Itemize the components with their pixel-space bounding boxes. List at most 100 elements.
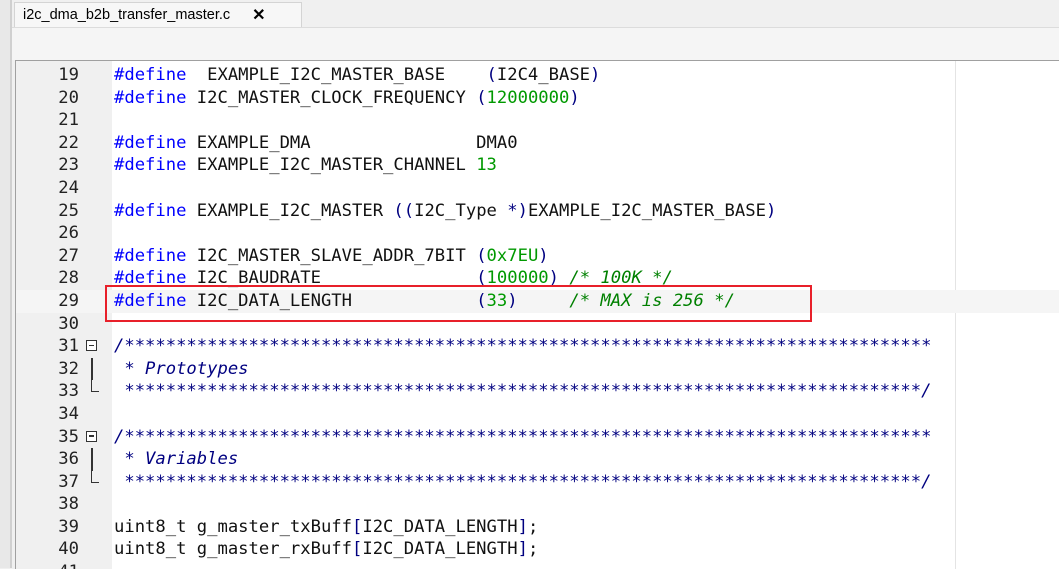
code-token: ****************************************… [114,471,932,492]
tab-bar: i2c_dma_b2b_transfer_master.c ✕ [12,0,1059,28]
code-line[interactable]: 24 [16,177,1059,200]
line-number: 32 [58,358,79,379]
code-line[interactable]: 31 /*************************************… [16,335,1059,358]
line-number: 26 [58,223,79,244]
code-text: uint8_t g_master_rxBuff[I2C_DATA_LENGTH]… [114,538,538,561]
fold-guide [91,357,93,381]
line-number: 25 [58,200,79,221]
code-line[interactable]: 33 *************************************… [16,380,1059,403]
code-token: * Variables [114,449,239,470]
code-token: /***************************************… [114,336,932,357]
code-text: #define I2C_MASTER_CLOCK_FREQUENCY (1200… [114,87,580,110]
code-line[interactable]: 26 [16,222,1059,245]
code-text: * Prototypes [114,358,249,381]
code-line[interactable]: 27 #define I2C_MASTER_SLAVE_ADDR_7BIT (0x… [16,245,1059,268]
code-line[interactable]: 25 #define EXAMPLE_I2C_MASTER ((I2C_Type … [16,200,1059,223]
splitter[interactable] [10,0,12,568]
code-token: 12000000 [486,87,570,108]
code-line[interactable]: 19 #define EXAMPLE_I2C_MASTER_BASE (I2C4_… [16,64,1059,87]
code-token: EXAMPLE_I2C_MASTER_CHANNEL [186,155,477,176]
fold-collapse-icon[interactable] [86,430,97,442]
line-number: 39 [58,516,79,537]
code-line[interactable]: 37 *************************************… [16,470,1059,494]
code-token: EXAMPLE_I2C_MASTER_BASE [186,65,487,85]
code-token: I2C_Type [414,200,508,221]
close-icon[interactable]: ✕ [252,5,265,25]
line-number: 19 [58,65,79,85]
code-token: I2C_MASTER_CLOCK_FREQUENCY [186,87,477,108]
code-text: #define EXAMPLE_I2C_MASTER_BASE (I2C4_BA… [114,64,600,87]
code-token: #define [114,200,187,221]
editor-toolbar [12,28,1059,60]
code-line[interactable]: 32 * Prototypes [16,357,1059,381]
code-line[interactable]: 20 #define I2C_MASTER_CLOCK_FREQUENCY (12… [16,87,1059,110]
fold-collapse-icon[interactable] [86,340,97,352]
code-token: *) [507,200,528,221]
code-token: ****************************************… [114,381,932,402]
code-text: uint8_t g_master_txBuff[I2C_DATA_LENGTH]… [114,516,538,539]
code-token: ; [527,516,539,537]
code-text: * Variables [114,448,238,471]
code-token: ( [476,87,487,108]
line-number: 38 [58,494,79,515]
line-number: 28 [58,268,79,289]
code-token: [ [352,516,363,537]
code-token: #define [114,87,187,108]
code-text: #define EXAMPLE_I2C_MASTER_CHANNEL 13 [114,154,497,177]
code-token: #define [114,132,187,153]
code-line[interactable]: 22 #define EXAMPLE_DMA DMA0 [16,132,1059,155]
code-token: /***************************************… [114,426,932,447]
fold-guide [91,380,99,393]
line-number: 37 [58,471,79,492]
code-text: /***************************************… [114,335,931,358]
code-token: ] [517,539,528,560]
code-line[interactable]: 40 uint8_t g_master_rxBuff[I2C_DATA_LENGT… [16,538,1059,561]
code-token: #define [114,155,187,176]
line-number: 35 [58,426,79,447]
code-line[interactable]: 38 [16,493,1059,516]
code-text: ****************************************… [114,380,931,403]
code-text: ****************************************… [114,471,931,494]
code-token: I2C4_BASE [496,65,591,85]
tab-title: i2c_dma_b2b_transfer_master.c [23,7,231,23]
code-token: ] [517,516,528,537]
line-number: 30 [58,313,79,334]
code-line[interactable]: 34 [16,403,1059,426]
code-token: ) [569,87,580,108]
code-token: 0x7EU [486,245,539,266]
code-token: EXAMPLE_I2C_MASTER_BASE [527,200,766,221]
tab-file[interactable]: i2c_dma_b2b_transfer_master.c ✕ [14,2,302,27]
highlight-box [105,285,812,322]
code-token: (( [393,200,415,221]
code-line[interactable]: 36 * Variables [16,448,1059,471]
fold-guide [91,470,99,483]
code-text: #define EXAMPLE_I2C_MASTER ((I2C_Type *)… [114,200,776,223]
code-text: /***************************************… [114,426,931,449]
code-token: ) [765,200,777,221]
code-token: ; [527,539,539,560]
line-number: 40 [58,539,79,560]
line-number: 22 [58,132,79,153]
code-token: I2C_DATA_LENGTH [362,516,518,537]
code-token: ( [486,65,497,85]
code-token: uint8_t g_master_txBuff [114,516,352,537]
code-token: 13 [476,155,497,176]
code-text: #define EXAMPLE_DMA DMA0 [114,132,518,155]
code-token: [ [352,539,363,560]
line-number: 31 [58,336,79,357]
code-token: * Prototypes [114,358,249,379]
line-number: 34 [58,403,79,424]
code-line[interactable]: 23 #define EXAMPLE_I2C_MASTER_CHANNEL 13 [16,154,1059,177]
code-token: EXAMPLE_I2C_MASTER [186,200,394,221]
code-line[interactable]: 39 uint8_t g_master_txBuff[I2C_DATA_LENGT… [16,516,1059,539]
code-token: uint8_t g_master_rxBuff [114,539,352,560]
code-line[interactable]: 21 [16,109,1059,132]
code-line[interactable]: 35 /*************************************… [16,426,1059,449]
code-token: ) [538,245,549,266]
code-text: #define I2C_MASTER_SLAVE_ADDR_7BIT (0x7E… [114,245,549,268]
line-number: 24 [58,177,79,198]
code-token: #define [114,245,187,266]
line-number: 21 [58,110,79,131]
code-token: ) [590,65,601,85]
code-token: ( [476,245,487,266]
